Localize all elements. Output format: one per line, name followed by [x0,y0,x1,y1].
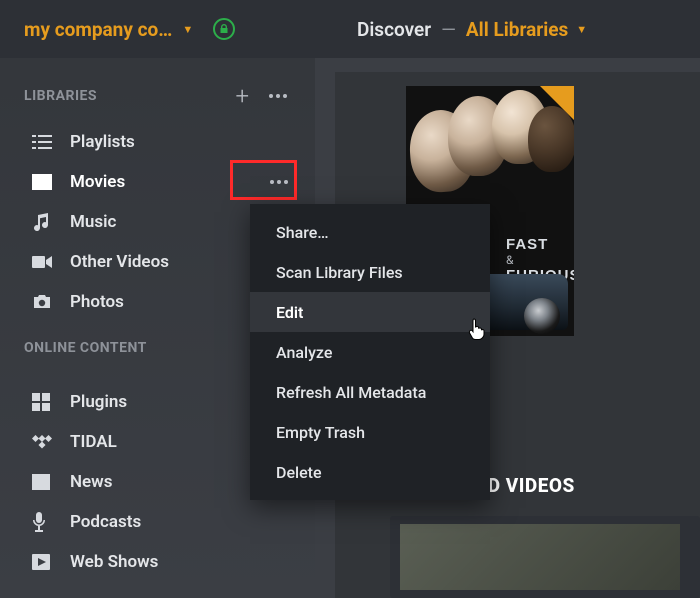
sidebar-item-label: Music [70,212,116,232]
video-thumbnail [400,524,680,590]
secure-lock-icon [213,18,235,40]
menu-item-analyze[interactable]: Analyze [250,332,490,372]
sidebar-item-label: Movies [70,172,125,192]
sidebar-item-label: Web Shows [70,552,158,572]
grid-icon [32,393,58,411]
menu-item-scan[interactable]: Scan Library Files [250,252,490,292]
libraries-title: LIBRARIES [24,88,235,104]
libraries-section-header: LIBRARIES + [0,76,315,116]
menu-item-label: Delete [276,463,322,482]
sidebar-item-label: Playlists [70,132,135,152]
caret-down-icon: ▼ [576,23,587,36]
menu-item-label: Analyze [276,343,332,362]
menu-item-label: Edit [276,303,303,322]
caret-down-icon: ▼ [182,23,193,36]
sidebar-item-label: TIDAL [70,432,117,452]
movies-more-button[interactable] [267,170,291,194]
server-name-label: my company co… [24,18,172,41]
sidebar-item-label: Photos [70,292,124,312]
menu-item-edit[interactable]: Edit [250,292,490,332]
pointer-cursor-icon [468,318,486,340]
menu-item-label: Scan Library Files [276,263,403,282]
sidebar-item-podcasts[interactable]: Podcasts [0,502,315,542]
menu-item-empty-trash[interactable]: Empty Trash [250,412,490,452]
sidebar-item-web-shows[interactable]: Web Shows [0,542,315,582]
menu-item-label: Refresh All Metadata [276,383,426,402]
video-thumbnail-row[interactable] [390,516,700,598]
news-icon [32,474,58,490]
sidebar-item-label: Other Videos [70,252,169,272]
server-dropdown[interactable]: my company co… ▼ [24,18,193,41]
sidebar-item-label: News [70,472,112,492]
menu-item-share[interactable]: Share… [250,212,490,252]
play-square-icon [32,554,58,570]
video-camera-icon [32,255,58,269]
library-scope-label: All Libraries [466,18,568,41]
tidal-icon [32,435,58,449]
sidebar-item-label: Plugins [70,392,127,412]
server-selector-row: my company co… ▼ [0,0,315,58]
film-icon [32,174,58,190]
separator-dash: — [441,18,456,41]
sidebar-item-label: Podcasts [70,512,141,532]
menu-item-delete[interactable]: Delete [250,452,490,492]
music-icon [32,213,58,231]
menu-item-label: Empty Trash [276,423,365,442]
library-context-menu: Share… Scan Library Files Edit Analyze R… [250,204,490,500]
libraries-actions: + [235,84,291,108]
sidebar-item-movies[interactable]: Movies [0,162,315,202]
main-header: Discover — All Libraries ▼ [315,0,700,58]
microphone-icon [32,512,58,532]
add-library-button[interactable]: + [235,84,249,108]
menu-item-refresh-metadata[interactable]: Refresh All Metadata [250,372,490,412]
sidebar-item-playlists[interactable]: Playlists [0,122,315,162]
discover-label: Discover [357,18,431,41]
camera-icon [32,294,58,310]
playlist-icon [32,134,58,150]
library-scope-dropdown[interactable]: All Libraries ▼ [466,18,587,41]
menu-item-label: Share… [276,223,329,242]
libraries-more-button[interactable] [265,90,291,102]
